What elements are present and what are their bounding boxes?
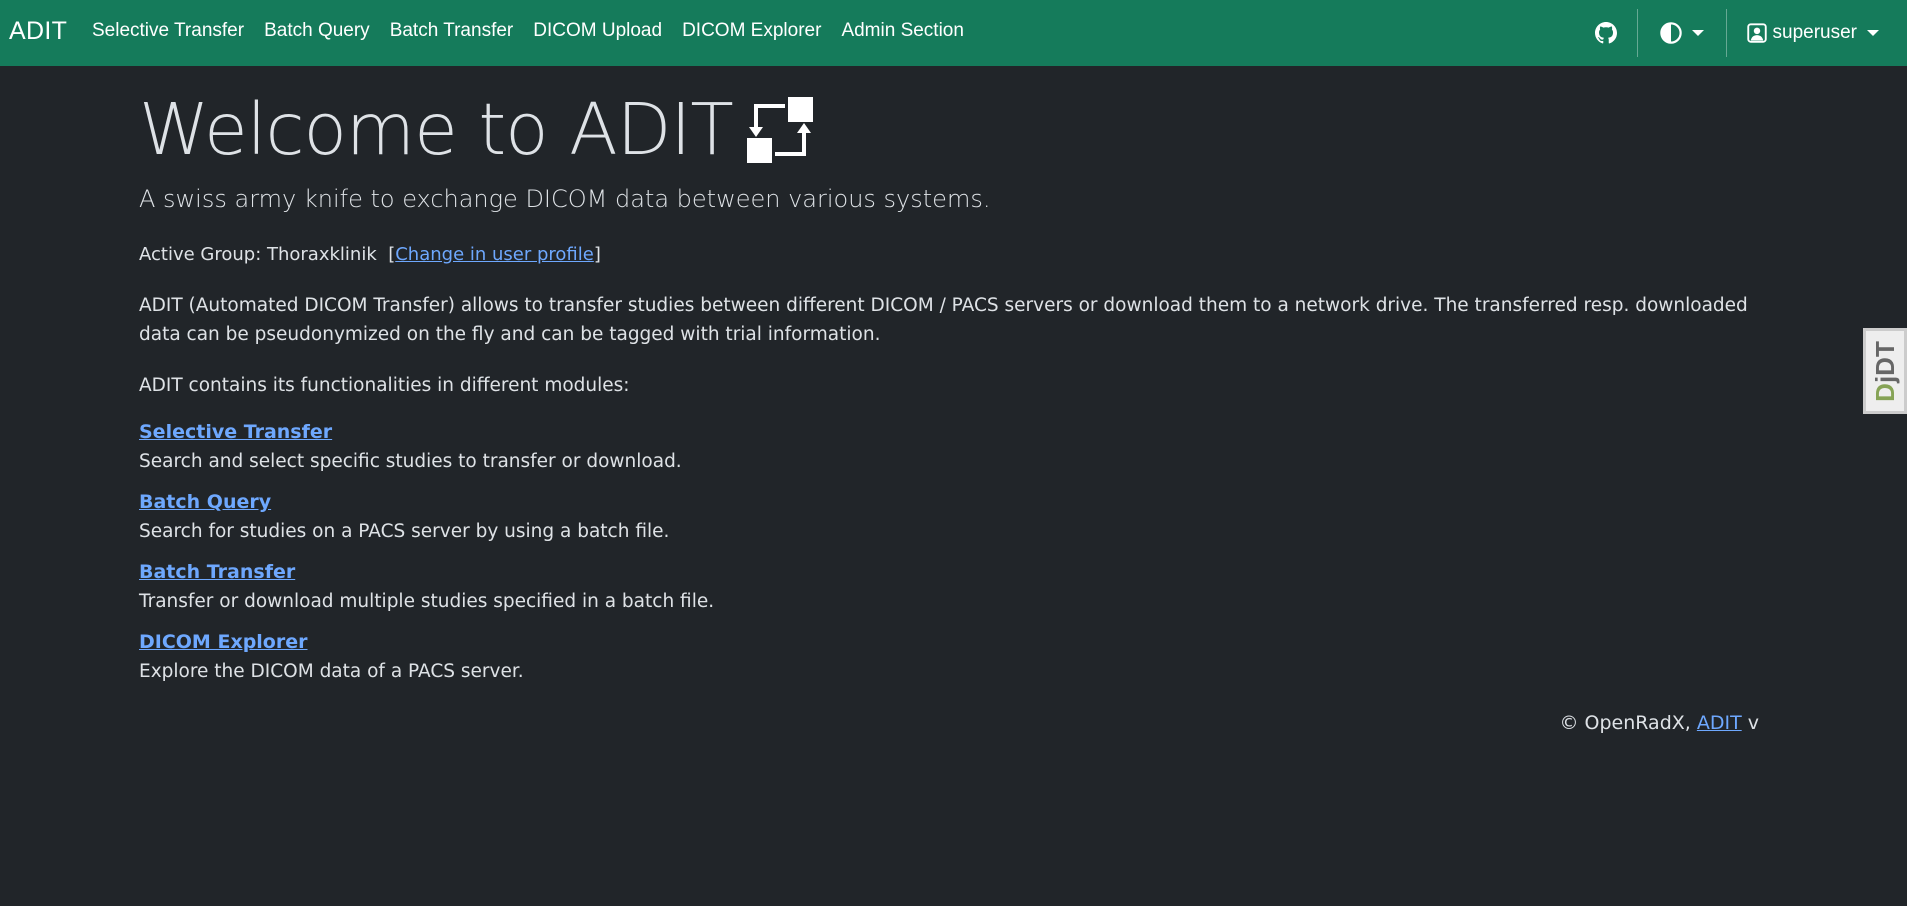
brand-logo[interactable]: ADIT [9,17,67,46]
footer-adit-link[interactable]: ADIT [1697,712,1742,734]
theme-toggle[interactable] [1638,22,1726,44]
user-menu[interactable]: superuser [1727,22,1907,44]
nav-selective-transfer[interactable]: Selective Transfer [92,20,244,42]
transfer-logo-icon [746,96,813,163]
nav-links: Selective Transfer Batch Query Batch Tra… [92,20,964,42]
modules-intro: ADIT contains its functionalities in dif… [139,375,630,396]
contrast-icon [1659,22,1682,44]
module-link-batch-transfer[interactable]: Batch Transfer [139,561,295,583]
github-link[interactable] [1575,22,1637,44]
module-link-batch-query[interactable]: Batch Query [139,491,271,513]
nav-batch-transfer[interactable]: Batch Transfer [390,20,514,42]
title-row: Welcome to ADIT [139,94,813,165]
module-desc: Search and select specific studies to tr… [139,451,682,472]
user-name: superuser [1772,22,1858,43]
debug-toolbar-handle[interactable]: DjDT [1863,328,1907,414]
module-link-dicom-explorer[interactable]: DICOM Explorer [139,631,308,653]
description-text: ADIT (Automated DICOM Transfer) allows t… [139,295,1748,345]
active-group: Active Group: Thoraxklinik [Change in us… [139,244,601,265]
navbar: ADIT Selective Transfer Batch Query Batc… [0,0,1907,66]
nav-admin-section[interactable]: Admin Section [841,20,964,42]
page-title: Welcome to ADIT [139,88,734,171]
navbar-right: superuser [1575,0,1907,66]
module-desc: Explore the DICOM data of a PACS server. [139,661,524,682]
footer-version: v [1741,712,1759,734]
github-icon [1594,22,1617,44]
footer-copyright: © OpenRadX, [1559,712,1697,734]
module-desc: Transfer or download multiple studies sp… [139,591,715,612]
nav-batch-query[interactable]: Batch Query [264,20,370,42]
nav-dicom-upload[interactable]: DICOM Upload [533,20,662,42]
active-group-label: Active Group: Thoraxklinik [139,244,377,265]
nav-dicom-explorer[interactable]: DICOM Explorer [682,20,821,42]
person-icon [1746,23,1767,43]
module-desc: Search for studies on a PACS server by u… [139,521,670,542]
chevron-down-icon [1867,30,1879,36]
change-profile-link[interactable]: Change in user profile [395,244,594,265]
module-link-selective-transfer[interactable]: Selective Transfer [139,421,332,443]
footer: © OpenRadX, ADIT v [1559,712,1759,734]
chevron-down-icon [1691,30,1704,36]
lead-text: A swiss army knife to exchange DICOM dat… [139,185,991,213]
debug-toolbar-label: DjDT [1869,340,1900,402]
